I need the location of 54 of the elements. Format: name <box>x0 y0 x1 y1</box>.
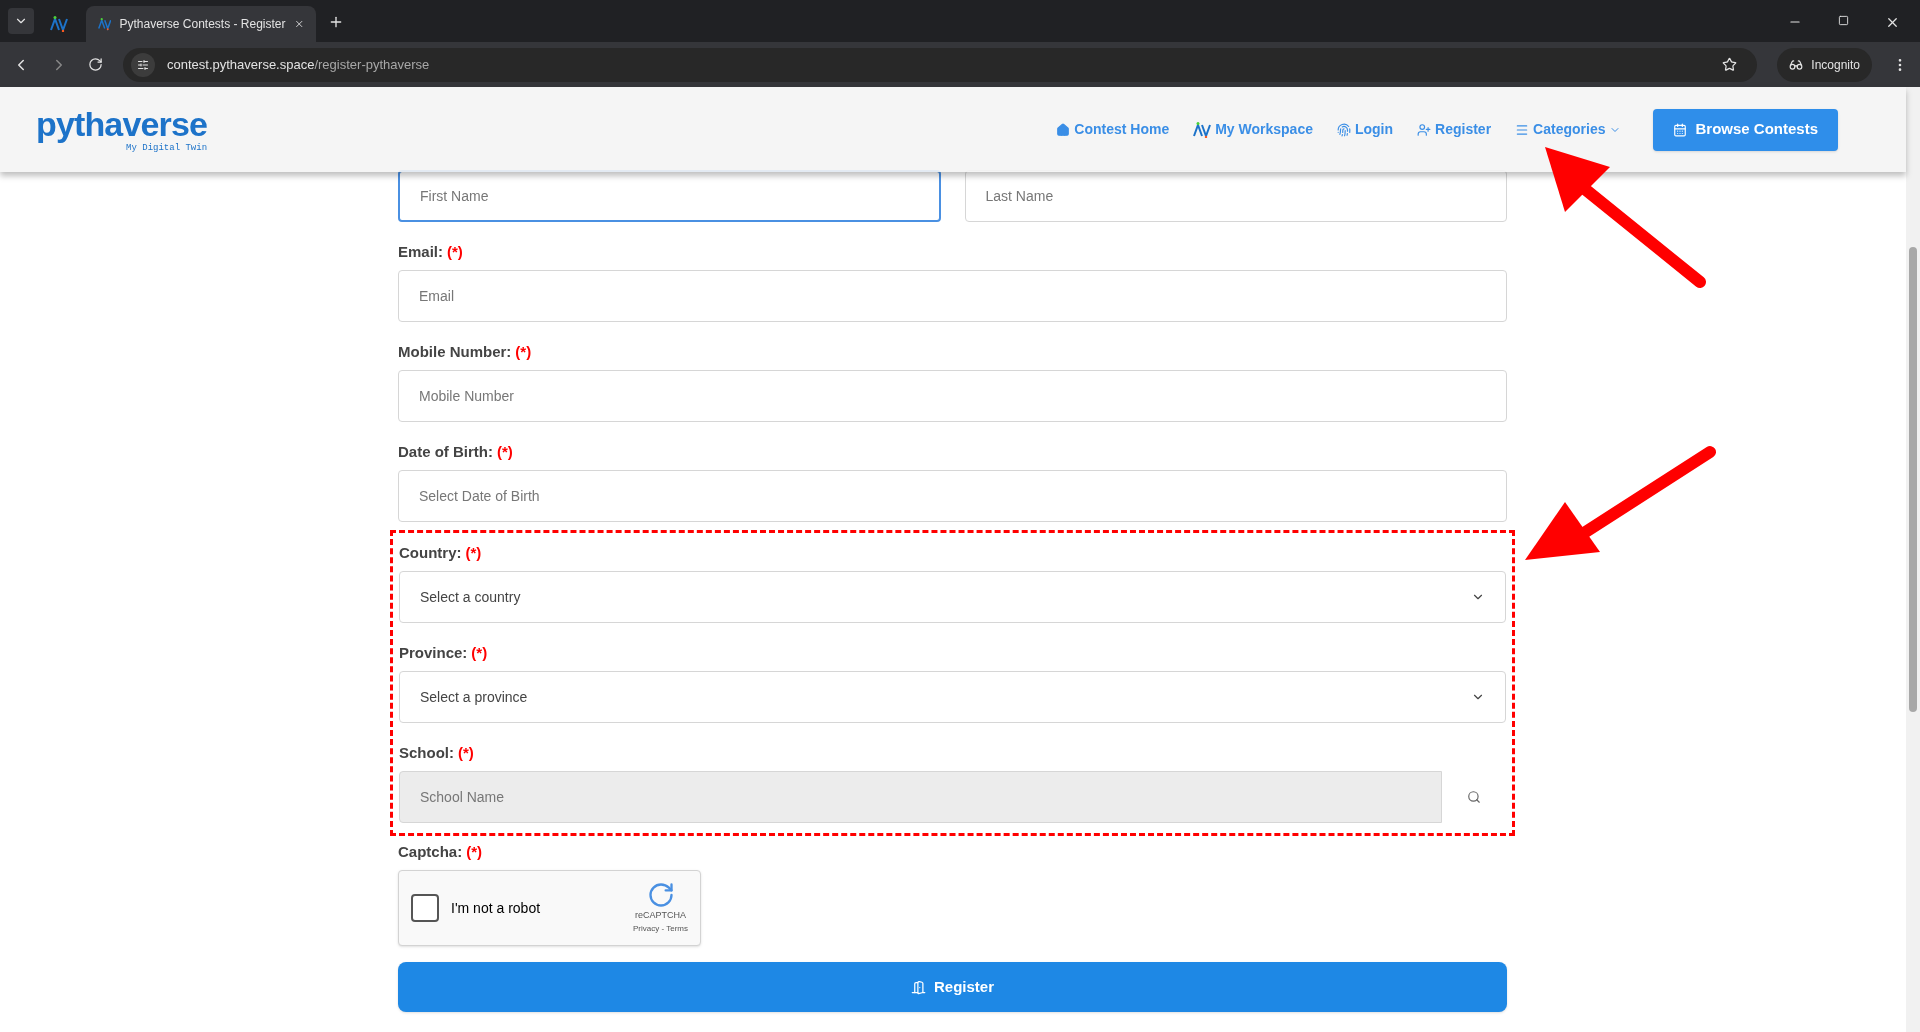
user-plus-icon <box>1417 122 1432 137</box>
browser-tab[interactable]: Pythaverse Contests - Register <box>86 6 316 42</box>
required-mark: (*) <box>497 441 513 462</box>
calendar-icon <box>1673 122 1688 137</box>
required-mark: (*) <box>466 841 482 862</box>
logo-tagline: My Digital Twin <box>126 142 208 153</box>
logo-icon <box>50 16 68 32</box>
captcha-checkbox[interactable] <box>411 894 439 922</box>
site-logo[interactable]: pythaverse <box>36 106 208 141</box>
captcha-label: I'm not a robot <box>451 898 542 918</box>
field-label: Email: <box>398 241 443 262</box>
bookmark-star-icon[interactable] <box>1722 57 1738 72</box>
required-mark: (*) <box>465 542 482 563</box>
tab-title: Pythaverse Contests - Register <box>119 16 286 33</box>
required-mark: (*) <box>447 241 463 262</box>
browse-contests-button[interactable]: Browse Contests <box>1653 108 1838 151</box>
site-settings-icon[interactable] <box>137 58 149 71</box>
required-mark: (*) <box>471 642 488 663</box>
reload-icon[interactable] <box>88 57 103 72</box>
search-icon <box>1467 790 1481 804</box>
field-label: Country: <box>399 542 462 563</box>
nav-link[interactable]: Login <box>1336 119 1394 140</box>
recaptcha-brand: reCAPTCHA <box>635 909 686 923</box>
menu-icon <box>1515 122 1530 137</box>
register-button[interactable]: Register <box>398 962 1507 1012</box>
tab-list-button[interactable] <box>8 8 34 34</box>
field-label: Captcha: <box>398 841 463 862</box>
incognito-icon <box>1789 57 1804 72</box>
field-label: Province: <box>399 642 468 663</box>
new-tab-icon[interactable] <box>328 14 344 30</box>
required-mark: (*) <box>458 742 474 763</box>
home-icon <box>1056 122 1071 137</box>
nav-link[interactable]: Categories <box>1515 119 1622 140</box>
logo-icon <box>98 16 112 32</box>
address-bar[interactable]: contest.pythaverse.space/register-pythaverse <box>123 47 1758 82</box>
close-icon[interactable] <box>1885 15 1900 30</box>
door-icon <box>911 979 926 995</box>
select-dropdown[interactable]: Select a country <box>399 571 1506 623</box>
field-label: School: <box>399 742 454 763</box>
nav-link[interactable]: Register <box>1417 119 1492 140</box>
logo-icon <box>1193 121 1212 138</box>
input-field[interactable]: First Name <box>398 170 941 222</box>
incognito-button[interactable]: Incognito <box>1777 47 1872 82</box>
select-dropdown[interactable]: Select a province <box>399 671 1506 723</box>
fingerprint-icon <box>1336 122 1351 137</box>
nav-link[interactable]: Contest Home <box>1056 119 1170 140</box>
recaptcha-links[interactable]: Privacy - Terms <box>633 922 688 935</box>
field-label: Mobile Number: <box>398 341 512 362</box>
required-mark: (*) <box>515 341 532 362</box>
nav-link[interactable]: My Workspace <box>1193 119 1313 140</box>
url-text: contest.pythaverse.space/register-pythaverse <box>167 55 431 74</box>
recaptcha-icon <box>646 881 675 910</box>
maximize-icon[interactable] <box>1838 15 1849 26</box>
field-label: Date of Birth: <box>398 441 493 462</box>
